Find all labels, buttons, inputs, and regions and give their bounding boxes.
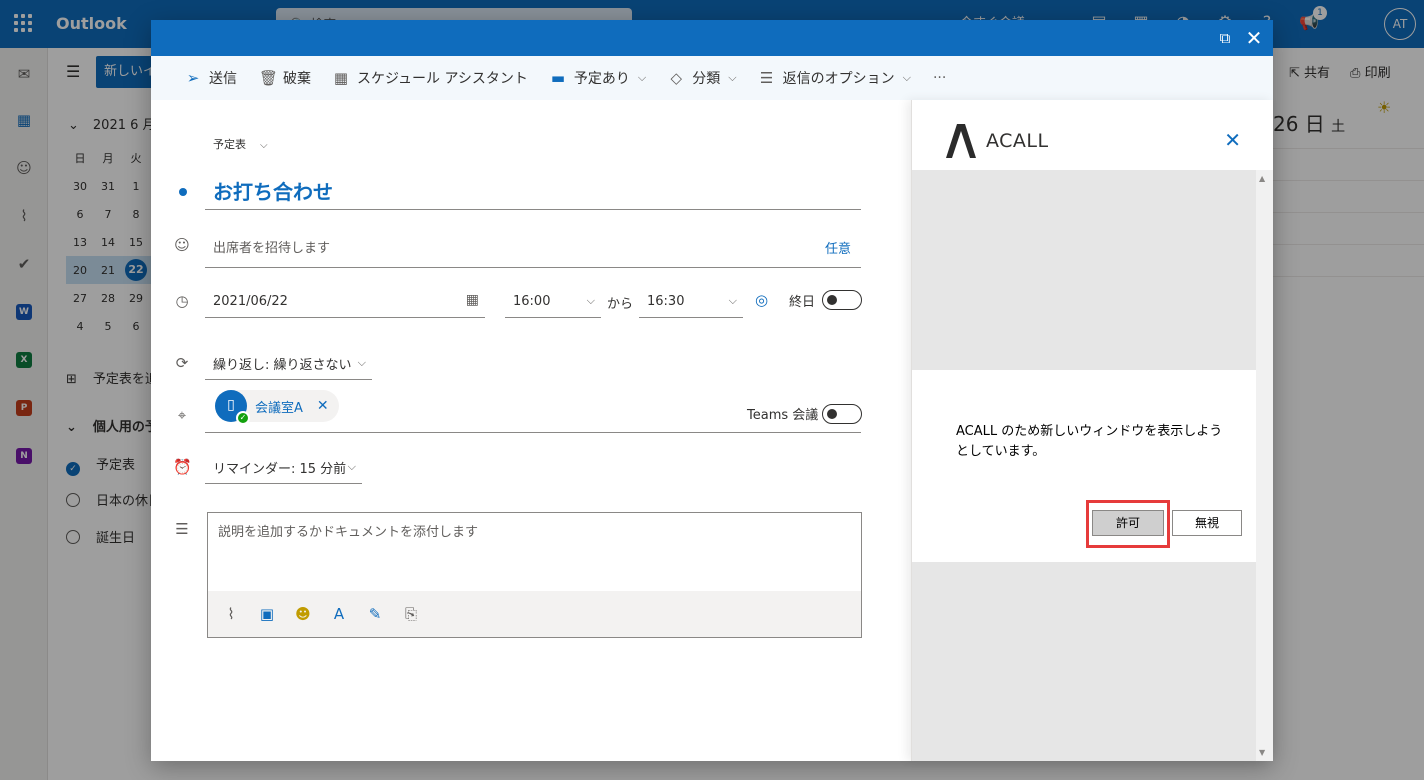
event-toolbar: ➢ 送信 🗑 破棄 ▦ スケジュール アシスタント ▬ 予定あり ⌵ ◇ 分類 ⌵ ☰ 返信のオ… xyxy=(151,56,1273,100)
description-editor[interactable]: 説明を追加するかドキュメントを添付します ⌇ ▣ ☻ A ✎ ⎘ xyxy=(207,512,862,638)
scroll-up-icon[interactable]: ▲ xyxy=(1259,174,1265,183)
end-time-value: 16:30 xyxy=(647,294,685,309)
send-label: 送信 xyxy=(209,71,237,87)
editor-toolbar: ⌇ ▣ ☻ A ✎ ⎘ xyxy=(208,591,861,637)
busy-status-dropdown[interactable]: ▬ 予定あり ⌵ xyxy=(550,68,646,88)
popout-icon[interactable]: ⧉ xyxy=(1215,28,1235,48)
date-value: 2021/06/22 xyxy=(213,294,288,309)
attendees-input[interactable]: 出席者を招待します 任意 xyxy=(205,226,861,268)
attendees-placeholder: 出席者を招待します xyxy=(213,241,331,256)
response-label: 返信のオプション xyxy=(782,71,895,87)
teams-toggle[interactable] xyxy=(822,404,862,424)
clock-icon: ◷ xyxy=(175,292,189,310)
event-form: 予定表 ⌵ お打ち合わせ ☺ 出席者を招待します 任意 ◷ 2021/06/22 … xyxy=(151,100,911,761)
date-input[interactable]: 2021/06/22 ▦ xyxy=(205,286,485,318)
file-icon[interactable]: ⎘ xyxy=(402,605,420,623)
discard-button[interactable]: 🗑 破棄 xyxy=(259,68,311,88)
event-dialog: ⧉ ✕ ➢ 送信 🗑 破棄 ▦ スケジュール アシスタント ▬ 予定あり ⌵ ◇ 分類 ⌵ ☰… xyxy=(151,20,1273,761)
all-day-label: 終日 xyxy=(789,295,816,310)
remove-room-icon[interactable]: ✕ xyxy=(317,398,329,414)
from-label: から xyxy=(607,297,634,312)
addin-content-area xyxy=(912,170,1257,370)
busy-label: 予定あり xyxy=(573,71,630,87)
optional-link[interactable]: 任意 xyxy=(825,238,851,257)
alarm-icon: ⏰ xyxy=(173,458,192,476)
reminder-value: リマインダー: 15 分前 xyxy=(213,462,347,477)
scheduling-label: スケジュール アシスタント xyxy=(357,71,528,87)
category-dropdown[interactable]: ◇ 分類 ⌵ xyxy=(668,68,736,88)
send-icon: ➢ xyxy=(186,69,200,87)
all-day-toggle[interactable] xyxy=(822,290,862,310)
start-time-select[interactable]: 16:00 ⌵ xyxy=(505,286,601,318)
close-icon[interactable]: ✕ xyxy=(1224,128,1241,152)
category-label: 分類 xyxy=(692,71,721,87)
chevron-down-icon: ⌵ xyxy=(637,71,647,84)
emoji-icon[interactable]: ☻ xyxy=(294,605,312,623)
chevron-down-icon: ⌵ xyxy=(728,71,737,84)
repeat-icon: ⟳ xyxy=(175,354,189,372)
title-dot xyxy=(179,188,187,196)
start-time-value: 16:00 xyxy=(513,294,551,309)
dialog-header: ⧉ ✕ xyxy=(151,20,1273,56)
calendar-picker-icon[interactable]: ▦ xyxy=(466,292,479,308)
ignore-button[interactable]: 無視 xyxy=(1172,510,1242,536)
end-time-select[interactable]: 16:30 ⌵ xyxy=(639,286,743,318)
format-icon[interactable]: A xyxy=(330,605,348,623)
chevron-down-icon: ⌵ xyxy=(357,356,366,369)
busy-icon: ▬ xyxy=(550,69,566,87)
event-title-input[interactable]: お打ち合わせ xyxy=(205,172,861,210)
room-chip[interactable]: ▯ ✓ 会議室A ✕ xyxy=(215,390,339,425)
popup-permission-prompt: ACALL のため新しいウィンドウを表示しようとしています。 許可 無視 xyxy=(912,370,1257,562)
scrollbar[interactable]: ▲ ▼ xyxy=(1256,170,1273,761)
teams-label: Teams 会議 xyxy=(747,408,819,423)
repeat-select[interactable]: 繰り返し: 繰り返さない ⌵ xyxy=(205,348,372,380)
timezone-icon[interactable]: ◎ xyxy=(755,291,768,309)
chevron-down-icon: ⌵ xyxy=(347,460,356,473)
permission-message: ACALL のため新しいウィンドウを表示しようとしています。 xyxy=(956,424,1223,459)
addin-title: ACALL xyxy=(986,130,1049,152)
response-options-dropdown[interactable]: ☰ 返信のオプション ⌵ xyxy=(759,68,911,88)
scroll-down-icon[interactable]: ▼ xyxy=(1259,748,1265,757)
image-icon[interactable]: ▣ xyxy=(258,605,276,623)
trash-icon: 🗑 xyxy=(259,69,279,87)
person-icon: ☺ xyxy=(174,236,190,254)
calendar-select[interactable]: 予定表 ⌵ xyxy=(213,136,268,152)
close-icon[interactable]: ✕ xyxy=(1243,27,1265,49)
tag-icon: ◇ xyxy=(670,69,683,87)
chevron-down-icon: ⌵ xyxy=(586,294,595,307)
discard-label: 破棄 xyxy=(283,71,311,87)
reminder-select[interactable]: リマインダー: 15 分前 ⌵ xyxy=(205,452,362,484)
chevron-down-icon: ⌵ xyxy=(728,294,737,307)
allow-button[interactable]: 許可 xyxy=(1092,510,1164,536)
description-icon: ☰ xyxy=(175,520,189,538)
addin-content-area xyxy=(912,562,1257,761)
more-options-button[interactable]: ··· xyxy=(933,70,946,86)
acall-addin-panel: ACALL ✕ ACALL のため新しいウィンドウを表示しようとしています。 許… xyxy=(911,100,1273,761)
send-button[interactable]: ➢ 送信 xyxy=(185,68,237,88)
door-icon: ▯ ✓ xyxy=(215,390,250,425)
repeat-value: 繰り返し: 繰り返さない xyxy=(213,358,352,373)
response-icon: ☰ xyxy=(759,69,774,87)
check-icon: ✓ xyxy=(236,411,250,425)
location-icon: ⌖ xyxy=(177,406,187,424)
chevron-down-icon: ⌵ xyxy=(902,71,911,84)
scheduling-assistant-button[interactable]: ▦ スケジュール アシスタント xyxy=(333,68,528,88)
schedule-icon: ▦ xyxy=(333,69,349,87)
description-placeholder: 説明を追加するかドキュメントを添付します xyxy=(218,525,479,540)
room-name: 会議室A xyxy=(255,400,303,416)
chevron-down-icon: ⌵ xyxy=(260,140,268,151)
signature-icon[interactable]: ✎ xyxy=(366,605,384,623)
attach-icon[interactable]: ⌇ xyxy=(222,605,240,623)
acall-logo-icon xyxy=(946,124,976,158)
calendar-select-label: 予定表 xyxy=(213,138,246,151)
